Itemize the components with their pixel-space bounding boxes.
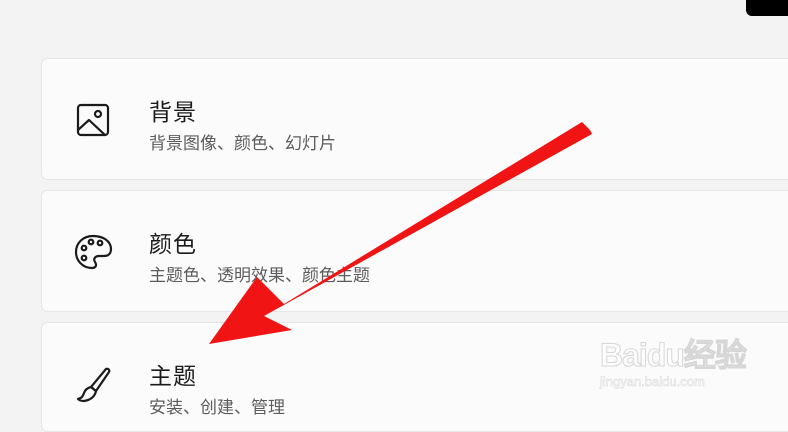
card-title: 背景	[149, 100, 197, 126]
settings-card-themes[interactable]: 主题 安装、创建、管理	[41, 322, 788, 432]
image-icon	[72, 99, 116, 143]
settings-card-background[interactable]: 背景 背景图像、颜色、幻灯片	[41, 58, 788, 180]
card-subtitle: 背景图像、颜色、幻灯片	[149, 134, 336, 154]
card-title: 主题	[149, 364, 197, 390]
settings-card-colors[interactable]: 颜色 主题色、透明效果、颜色主题	[41, 190, 788, 312]
window-corner-block	[746, 0, 788, 16]
card-subtitle: 安装、创建、管理	[149, 398, 285, 418]
palette-icon	[72, 231, 116, 275]
card-subtitle: 主题色、透明效果、颜色主题	[149, 266, 370, 286]
card-title: 颜色	[149, 232, 197, 258]
paintbrush-icon	[72, 363, 116, 407]
